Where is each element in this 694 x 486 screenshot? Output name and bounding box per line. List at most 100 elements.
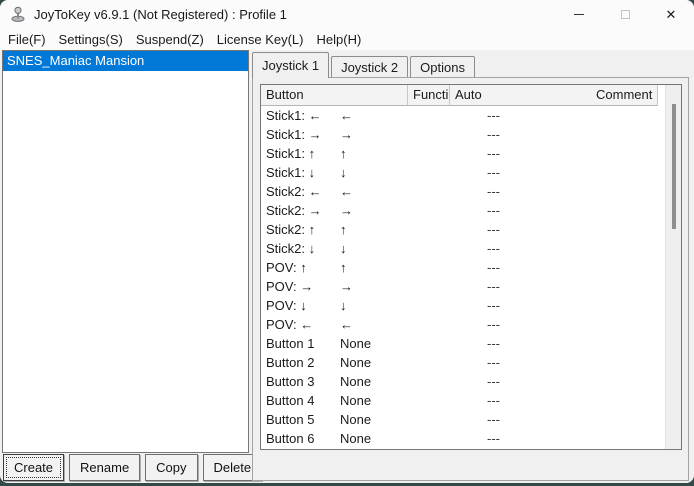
cell-comment — [524, 296, 665, 315]
vertical-scrollbar[interactable] — [665, 85, 681, 449]
table-row[interactable]: Stick1: → → --- — [261, 125, 665, 144]
cell-button: Button 6 — [266, 431, 315, 446]
table-row[interactable]: Stick1: ← ← --- — [261, 106, 665, 125]
table-header-cell[interactable]: Auto — [450, 85, 591, 106]
table-row[interactable]: Stick2: → → --- — [261, 201, 665, 220]
profile-list-item[interactable]: SNES_Maniac Mansion — [3, 51, 248, 71]
cell-auto: --- — [487, 241, 500, 256]
joystick-icon — [11, 6, 25, 22]
table-row[interactable]: Stick1: ↓ ↓ --- — [261, 163, 665, 182]
table-row[interactable]: Button 3 None --- — [261, 372, 665, 391]
cell-auto: --- — [487, 222, 500, 237]
cell-auto: --- — [487, 184, 500, 199]
cell-comment — [524, 258, 665, 277]
table-row[interactable]: Button 4 None --- — [261, 391, 665, 410]
minimize-button[interactable] — [556, 0, 602, 28]
cell-button: POV: ↑ — [266, 260, 307, 275]
table-row[interactable]: Stick1: ↑ ↑ --- — [261, 144, 665, 163]
close-icon: ✕ — [665, 6, 677, 22]
table-row[interactable]: Button 6 None --- — [261, 429, 665, 448]
cell-comment — [524, 315, 665, 334]
caption-buttons: ✕ — [556, 0, 694, 28]
cell-function: ↑ — [340, 260, 347, 275]
cell-auto: --- — [487, 146, 500, 161]
profile-list[interactable]: SNES_Maniac Mansion — [2, 50, 249, 453]
table-row[interactable]: POV: ↓ ↓ --- — [261, 296, 665, 315]
cell-auto: --- — [487, 393, 500, 408]
cell-function: None — [340, 355, 372, 370]
cell-function: None — [340, 393, 372, 408]
profile-action-button[interactable]: Rename — [69, 454, 141, 481]
cell-auto: --- — [487, 374, 500, 389]
close-button[interactable]: ✕ — [648, 0, 694, 28]
minimize-icon — [574, 13, 584, 15]
cell-comment — [524, 163, 665, 182]
cell-button: Stick2: ↓ — [266, 241, 316, 256]
table-row[interactable]: Button 1 None --- — [261, 334, 665, 353]
cell-button: POV: → — [266, 279, 314, 294]
cell-auto: --- — [487, 203, 500, 218]
tab[interactable]: Joystick 1 — [252, 52, 330, 78]
table-header-cell[interactable]: Function — [408, 85, 450, 106]
button-mapping-table[interactable]: Button Function Auto Comment Stick1: ← ←… — [260, 84, 682, 450]
table-row[interactable]: Stick2: ↑ ↑ --- — [261, 220, 665, 239]
cell-function: → — [340, 279, 353, 294]
maximize-button[interactable] — [602, 0, 648, 28]
table-header-cell[interactable]: Comment — [591, 85, 659, 106]
table-header-cell[interactable]: Button — [261, 85, 408, 106]
cell-auto: --- — [487, 355, 500, 370]
table-row[interactable]: Stick2: ← ← --- — [261, 182, 665, 201]
menu-item[interactable]: Suspend(Z) — [130, 30, 210, 49]
profile-buttons: Create Rename Copy Delete — [3, 454, 263, 481]
cell-comment — [524, 125, 665, 144]
cell-comment — [524, 220, 665, 239]
cell-auto: --- — [487, 298, 500, 313]
cell-function: → — [340, 127, 353, 142]
joystick-tabs: Joystick 1 Joystick 2 Options — [252, 52, 477, 78]
profile-action-button[interactable]: Create — [3, 454, 65, 481]
table-row[interactable]: Stick2: ↓ ↓ --- — [261, 239, 665, 258]
cell-auto: --- — [487, 108, 500, 123]
table-row[interactable]: POV: ← ← --- — [261, 315, 665, 334]
menu-item[interactable]: File(F) — [2, 30, 52, 49]
table-row[interactable]: Button 2 None --- — [261, 353, 665, 372]
tab[interactable]: Options — [410, 56, 475, 78]
table-row[interactable]: POV: ↑ ↑ --- — [261, 258, 665, 277]
cell-button: Stick1: ↑ — [266, 146, 316, 161]
cell-button: POV: ← — [266, 317, 314, 332]
menu-bar: File(F) Settings(S) Suspend(Z) License K… — [0, 28, 694, 50]
cell-auto: --- — [487, 260, 500, 275]
cell-comment — [524, 372, 665, 391]
maximize-icon — [620, 9, 630, 19]
title-bar[interactable]: JoyToKey v6.9.1 (Not Registered) : Profi… — [0, 0, 694, 28]
cell-auto: --- — [487, 431, 500, 446]
scrollbar-thumb[interactable] — [672, 104, 676, 229]
profile-action-button[interactable]: Copy — [145, 454, 198, 481]
cell-function: ↓ — [340, 165, 347, 180]
cell-function: ← — [340, 317, 353, 332]
cell-function: None — [340, 412, 372, 427]
cell-comment — [524, 182, 665, 201]
table-header: Button Function Auto Comment — [261, 85, 665, 106]
cell-function: ← — [340, 108, 353, 123]
menu-item[interactable]: License Key(L) — [211, 30, 310, 49]
cell-button: POV: ↓ — [266, 298, 307, 313]
cell-comment — [524, 201, 665, 220]
cell-comment — [524, 277, 665, 296]
table-row[interactable]: POV: → → --- — [261, 277, 665, 296]
cell-function: ↓ — [340, 298, 347, 313]
cell-comment — [524, 239, 665, 258]
table-row[interactable]: Button 5 None --- — [261, 410, 665, 429]
cell-function: → — [340, 203, 353, 218]
cell-button: Button 4 — [266, 393, 315, 408]
cell-auto: --- — [487, 412, 500, 427]
client-area: SNES_Maniac Mansion Create Rename Copy D… — [0, 50, 694, 483]
cell-comment — [524, 391, 665, 410]
app-window: JoyToKey v6.9.1 (Not Registered) : Profi… — [0, 0, 694, 483]
window-title: JoyToKey v6.9.1 (Not Registered) : Profi… — [34, 6, 287, 22]
cell-button: Button 3 — [266, 374, 315, 389]
cell-button: Stick1: ← — [266, 108, 322, 123]
menu-item[interactable]: Settings(S) — [53, 30, 129, 49]
tab[interactable]: Joystick 2 — [331, 56, 409, 78]
menu-item[interactable]: Help(H) — [311, 30, 368, 49]
